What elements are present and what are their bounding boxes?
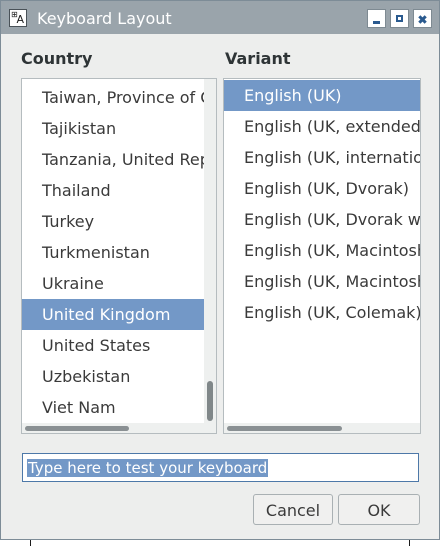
variant-list-item[interactable]: English (UK, Dvorak) [224,173,420,204]
variant-horizontal-scroll-thumb[interactable] [227,426,342,431]
variant-list-item[interactable]: English (UK, Dvorak with UK punctuation) [224,204,420,235]
minimize-icon [373,21,380,24]
country-horizontal-scrollbar[interactable] [22,423,204,433]
country-list-item[interactable]: Turkey [22,206,204,237]
keyboard-test-input-text: Type here to test your keyboard [27,459,269,477]
keyboard-layout-dialog: ⊞ A Keyboard Layout Country Variant Taiw… [0,0,440,540]
variant-label: Variant [225,49,291,68]
variant-list-item[interactable]: English (UK, extended WinKeys) [224,111,420,142]
country-list-item[interactable]: Tanzania, United Republic of [22,144,204,175]
country-list-item[interactable]: Ukraine [22,268,204,299]
close-icon [419,16,426,23]
keyboard-test-input[interactable]: Type here to test your keyboard [22,453,419,482]
country-vertical-scroll-thumb[interactable] [207,381,213,421]
variant-list-item[interactable]: English (UK, Macintosh) [224,235,420,266]
country-list-item[interactable]: Uzbekistan [22,361,204,392]
variant-list-item[interactable]: English (UK, Macintosh international) [224,266,420,297]
country-list-item-selected[interactable]: United Kingdom [22,299,204,330]
window-title: Keyboard Layout [37,9,172,28]
cancel-button[interactable]: Cancel [253,494,333,525]
title-bar[interactable]: ⊞ A Keyboard Layout [1,1,439,34]
edge-tick [30,540,31,546]
variant-horizontal-scrollbar[interactable] [224,423,420,433]
country-vertical-scrollbar[interactable] [204,79,216,433]
ok-button[interactable]: OK [338,494,420,525]
close-button[interactable] [413,9,432,28]
country-list-item[interactable]: Tajikistan [22,113,204,144]
country-label: Country [21,49,93,68]
country-list-item[interactable]: Thailand [22,175,204,206]
variant-list-item[interactable]: English (UK, Colemak) [224,297,420,328]
country-list-item[interactable]: Turkmenistan [22,237,204,268]
maximize-button[interactable] [390,9,409,28]
country-list-item[interactable]: Viet Nam [22,392,204,423]
maximize-icon [396,15,403,22]
edge-tick [409,540,410,546]
window-bottom-edge [0,540,440,546]
variant-list-item[interactable]: English (UK, international with dead key… [224,142,420,173]
variant-list[interactable]: English (UK) English (UK, extended WinKe… [223,78,421,434]
country-horizontal-scroll-thumb[interactable] [25,426,129,431]
country-list-item[interactable]: United States [22,330,204,361]
country-list[interactable]: Taiwan, Province of China Tajikistan Tan… [21,78,217,434]
keyboard-app-icon: ⊞ A [9,9,27,27]
minimize-button[interactable] [367,9,386,28]
country-list-item[interactable]: Taiwan, Province of China [22,82,204,113]
variant-list-item-selected[interactable]: English (UK) [224,80,420,111]
